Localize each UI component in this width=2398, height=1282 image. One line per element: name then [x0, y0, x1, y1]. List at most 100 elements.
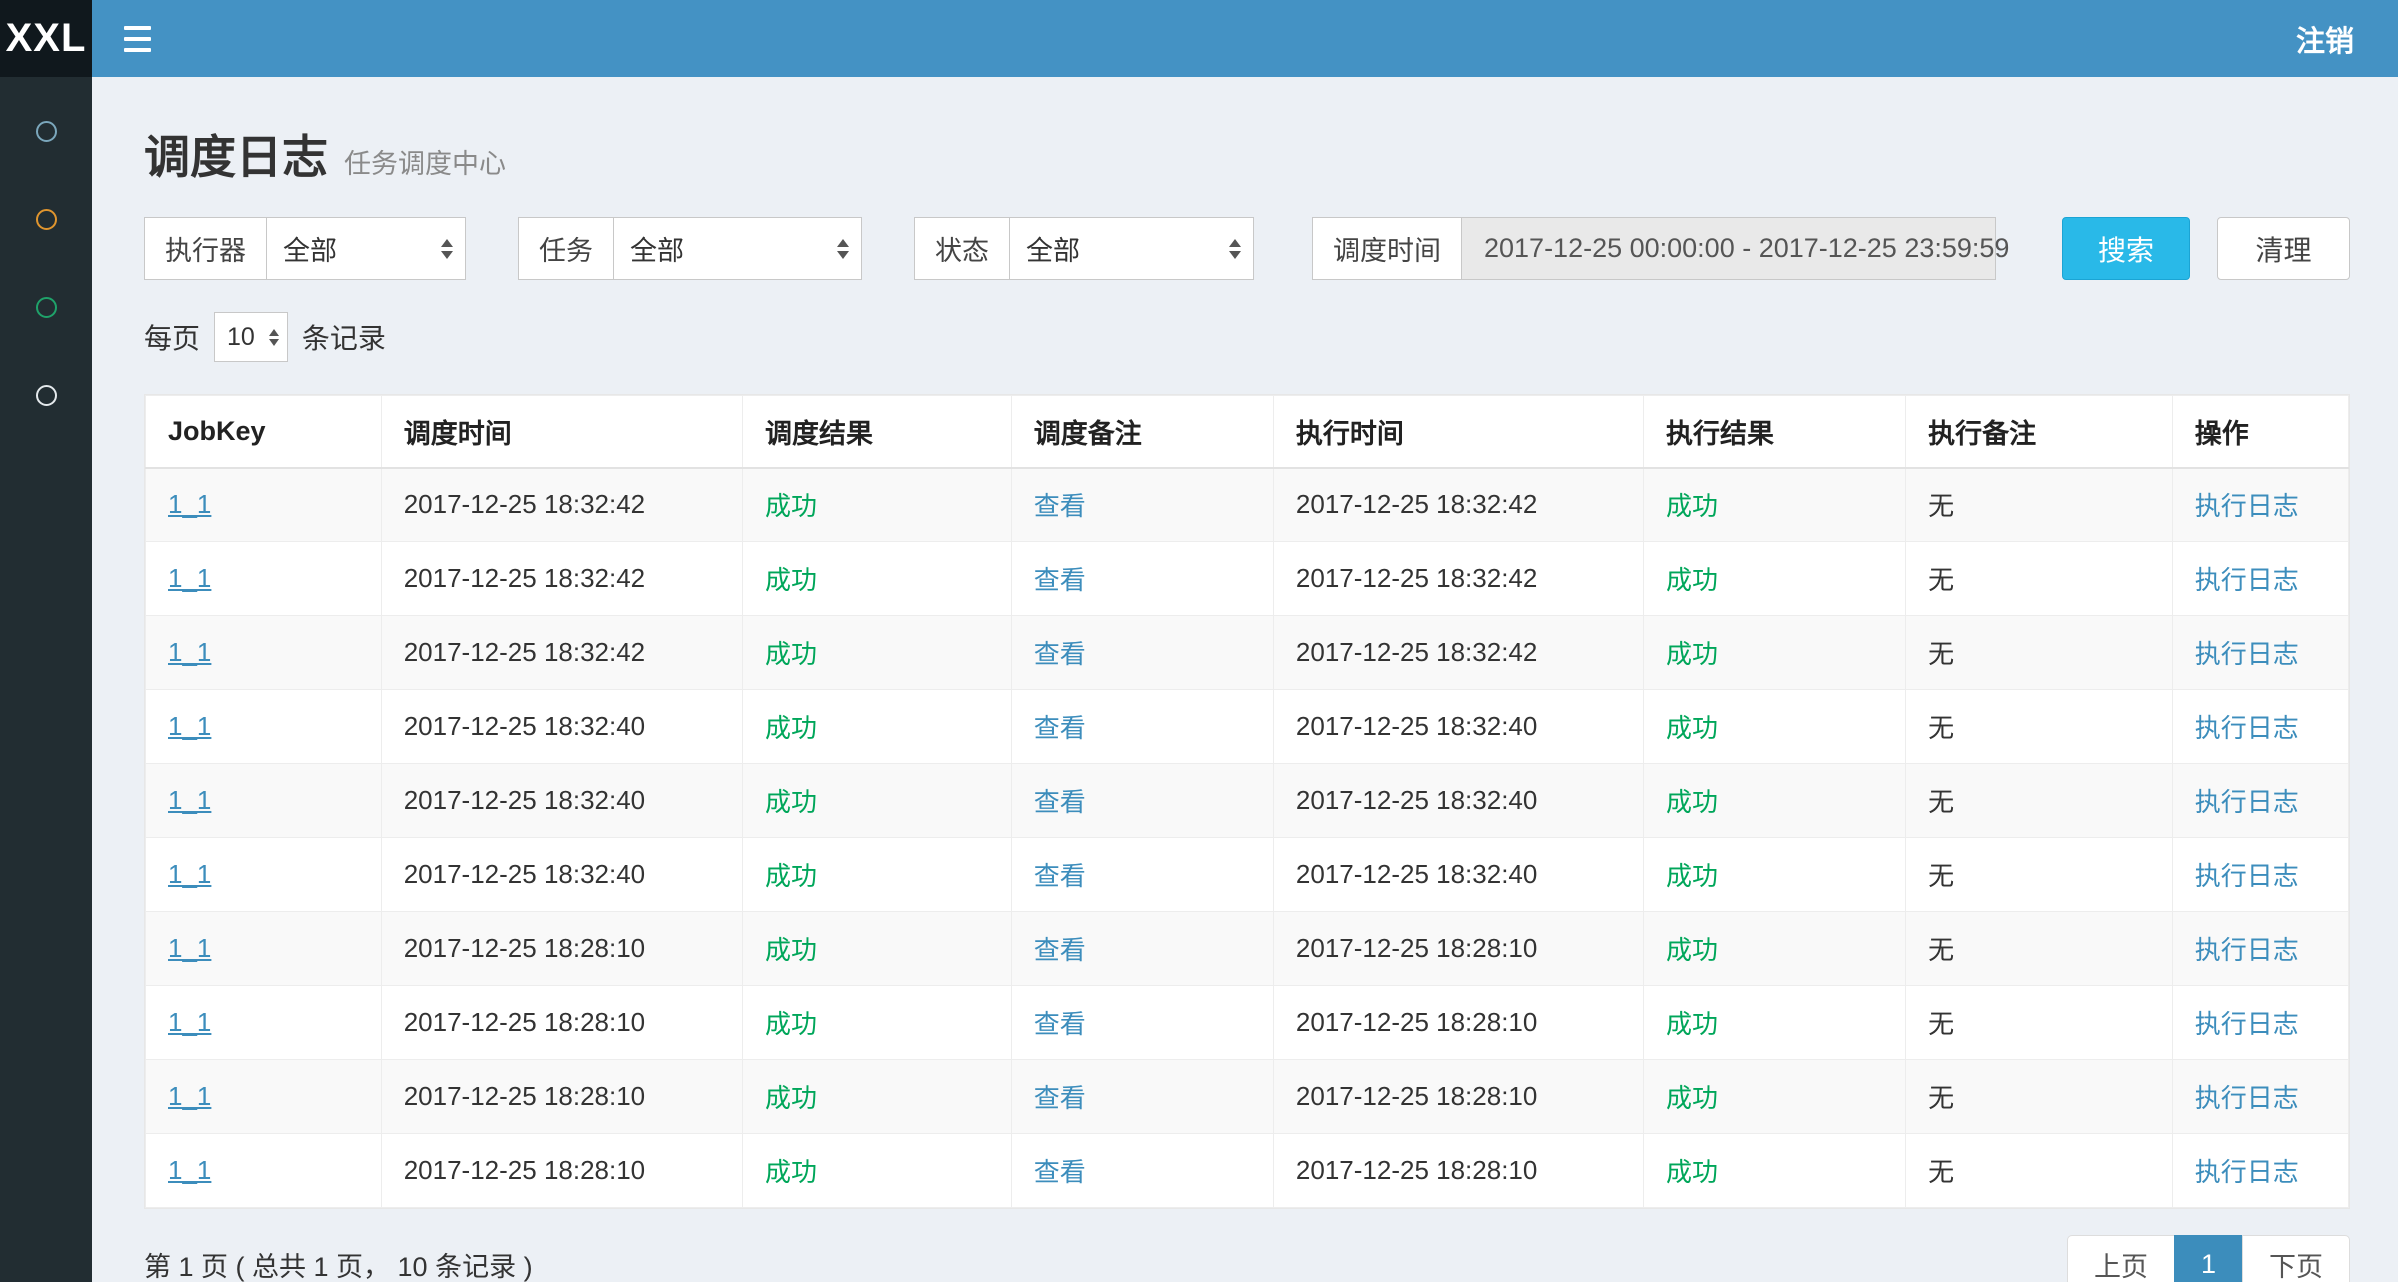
- status-select[interactable]: 全部: [1009, 217, 1254, 280]
- sidebar-toggle-icon[interactable]: [92, 0, 183, 77]
- executor-select[interactable]: 全部: [266, 217, 466, 280]
- exec-log-link-cell: 执行日志: [2172, 468, 2348, 542]
- exec-time-cell: 2017-12-25 18:32:40: [1273, 838, 1643, 912]
- exec-result-cell: 成功: [1644, 1134, 1906, 1208]
- schedule-note-link[interactable]: 查看: [1034, 787, 1086, 817]
- schedule-note-link[interactable]: 查看: [1034, 565, 1086, 595]
- exec-log-link[interactable]: 执行日志: [2195, 935, 2299, 965]
- clear-button[interactable]: 清理: [2217, 217, 2350, 280]
- exec-log-link[interactable]: 执行日志: [2195, 713, 2299, 743]
- circle-outline-icon: [36, 209, 57, 230]
- schedule-time-cell: 2017-12-25 18:28:10: [381, 1134, 742, 1208]
- exec-note-cell: 无: [1906, 542, 2173, 616]
- status-filter-label: 状态: [914, 217, 1009, 280]
- sidebar-item[interactable]: [0, 87, 92, 175]
- exec-log-link[interactable]: 执行日志: [2195, 787, 2299, 817]
- jobkey-link[interactable]: 1_1: [168, 785, 211, 815]
- schedule-note-link[interactable]: 查看: [1034, 935, 1086, 965]
- exec-result-cell: 成功: [1644, 912, 1906, 986]
- select-arrows-icon: [1229, 239, 1241, 259]
- sidebar-item[interactable]: [0, 351, 92, 439]
- schedule-note-link[interactable]: 查看: [1034, 639, 1086, 669]
- exec-log-link[interactable]: 执行日志: [2195, 1157, 2299, 1187]
- app-logo[interactable]: XXL: [0, 0, 92, 77]
- schedule-note-link[interactable]: 查看: [1034, 1157, 1086, 1187]
- exec-note-cell: 无: [1906, 1060, 2173, 1134]
- filter-bar: 执行器 全部 任务 全部 状态 全部: [144, 217, 2350, 280]
- schedule-time-cell: 2017-12-25 18:28:10: [381, 986, 742, 1060]
- prev-page-button[interactable]: 上页: [2067, 1235, 2175, 1282]
- schedule-time-cell: 2017-12-25 18:28:10: [381, 912, 742, 986]
- next-page-button[interactable]: 下页: [2242, 1235, 2350, 1282]
- job-filter-label: 任务: [518, 217, 613, 280]
- exec-note-cell: 无: [1906, 986, 2173, 1060]
- exec-result-cell: 成功: [1644, 468, 1906, 542]
- column-header: 执行时间: [1273, 396, 1643, 468]
- schedule-note-link[interactable]: 查看: [1034, 1083, 1086, 1113]
- exec-time-cell: 2017-12-25 18:28:10: [1273, 1134, 1643, 1208]
- jobkey-link-cell: 1_1: [146, 616, 382, 690]
- schedule-note-link-cell: 查看: [1011, 542, 1273, 616]
- logout-link[interactable]: 注销: [2252, 0, 2398, 77]
- exec-log-link[interactable]: 执行日志: [2195, 1009, 2299, 1039]
- jobkey-link[interactable]: 1_1: [168, 637, 211, 667]
- exec-result-cell: 成功: [1644, 986, 1906, 1060]
- circle-outline-icon: [36, 297, 57, 318]
- exec-log-link-cell: 执行日志: [2172, 912, 2348, 986]
- jobkey-link[interactable]: 1_1: [168, 1007, 211, 1037]
- exec-log-link-cell: 执行日志: [2172, 764, 2348, 838]
- schedule-note-link-cell: 查看: [1011, 1134, 1273, 1208]
- schedule-time-cell: 2017-12-25 18:32:40: [381, 764, 742, 838]
- search-button[interactable]: 搜索: [2062, 217, 2190, 280]
- exec-log-link[interactable]: 执行日志: [2195, 491, 2299, 521]
- schedule-note-link[interactable]: 查看: [1034, 713, 1086, 743]
- jobkey-link-cell: 1_1: [146, 468, 382, 542]
- circle-outline-icon: [36, 385, 57, 406]
- jobkey-link[interactable]: 1_1: [168, 563, 211, 593]
- xxl-job-admin-window: XXL 注销 调度日志 任务调度中心 执行器 全部 任务 全部: [0, 0, 2398, 1282]
- current-page-button[interactable]: 1: [2174, 1235, 2243, 1282]
- status-filter-group: 状态 全部: [914, 217, 1254, 280]
- jobkey-link-cell: 1_1: [146, 690, 382, 764]
- sidebar-item[interactable]: [0, 175, 92, 263]
- schedule-note-link[interactable]: 查看: [1034, 1009, 1086, 1039]
- table-row: 1_12017-12-25 18:32:42成功查看2017-12-25 18:…: [146, 468, 2349, 542]
- schedule-note-link[interactable]: 查看: [1034, 861, 1086, 891]
- page-size-select[interactable]: 10: [214, 312, 288, 362]
- jobkey-link[interactable]: 1_1: [168, 1155, 211, 1185]
- column-header: 执行备注: [1906, 396, 2173, 468]
- exec-time-cell: 2017-12-25 18:32:42: [1273, 542, 1643, 616]
- column-header: 调度结果: [743, 396, 1012, 468]
- executor-select-value: 全部: [283, 229, 337, 268]
- exec-log-link[interactable]: 执行日志: [2195, 1083, 2299, 1113]
- exec-note-cell: 无: [1906, 912, 2173, 986]
- jobkey-link[interactable]: 1_1: [168, 859, 211, 889]
- schedule-time-filter-group: 调度时间 2017-12-25 00:00:00 - 2017-12-25 23…: [1312, 217, 1996, 280]
- table-row: 1_12017-12-25 18:28:10成功查看2017-12-25 18:…: [146, 986, 2349, 1060]
- jobkey-link[interactable]: 1_1: [168, 933, 211, 963]
- table-row: 1_12017-12-25 18:28:10成功查看2017-12-25 18:…: [146, 1134, 2349, 1208]
- schedule-result-cell: 成功: [743, 1134, 1012, 1208]
- exec-time-cell: 2017-12-25 18:28:10: [1273, 912, 1643, 986]
- jobkey-link-cell: 1_1: [146, 1060, 382, 1134]
- schedule-time-range-input[interactable]: 2017-12-25 00:00:00 - 2017-12-25 23:59:5…: [1461, 217, 1996, 280]
- schedule-time-cell: 2017-12-25 18:32:42: [381, 542, 742, 616]
- schedule-note-link-cell: 查看: [1011, 616, 1273, 690]
- page-size-suffix: 条记录: [302, 317, 386, 357]
- schedule-note-link-cell: 查看: [1011, 912, 1273, 986]
- exec-result-cell: 成功: [1644, 838, 1906, 912]
- exec-log-link[interactable]: 执行日志: [2195, 861, 2299, 891]
- schedule-result-cell: 成功: [743, 468, 1012, 542]
- exec-log-link[interactable]: 执行日志: [2195, 639, 2299, 669]
- schedule-note-link[interactable]: 查看: [1034, 491, 1086, 521]
- jobkey-link-cell: 1_1: [146, 838, 382, 912]
- jobkey-link[interactable]: 1_1: [168, 711, 211, 741]
- navbar-spacer: [183, 0, 2252, 77]
- job-select[interactable]: 全部: [613, 217, 862, 280]
- table-footer: 第 1 页 ( 总共 1 页， 10 条记录 ) 上页 1 下页: [144, 1235, 2350, 1282]
- exec-log-link[interactable]: 执行日志: [2195, 565, 2299, 595]
- schedule-result-cell: 成功: [743, 764, 1012, 838]
- jobkey-link[interactable]: 1_1: [168, 489, 211, 519]
- jobkey-link[interactable]: 1_1: [168, 1081, 211, 1111]
- sidebar-item[interactable]: [0, 263, 92, 351]
